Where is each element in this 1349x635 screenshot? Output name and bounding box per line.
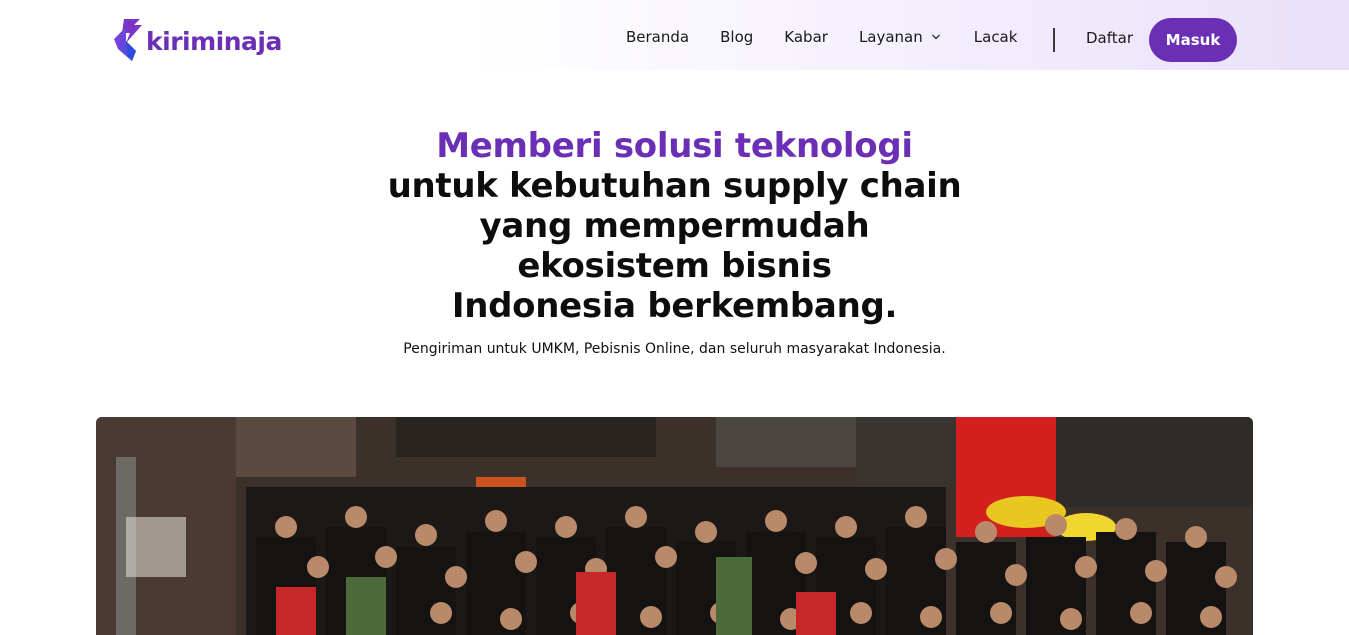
brand-logo[interactable]: kiriminaja [112, 17, 282, 63]
hero-title-line: ekosistem bisnis [517, 246, 832, 286]
brand-name: kiriminaja [146, 26, 282, 56]
team-group-photo [96, 417, 1253, 635]
hero-title-line: untuk kebutuhan supply chain [387, 166, 962, 206]
main-navigation: Beranda Blog Kabar Layanan Lacak [626, 28, 1017, 46]
nav-dropdown-layanan[interactable]: Layanan [859, 28, 941, 46]
hero-title: Memberi solusi teknologi untuk kebutuhan… [0, 126, 1349, 326]
site-header: kiriminaja Beranda Blog Kabar Layanan La… [0, 0, 1349, 80]
nav-divider [1053, 28, 1055, 52]
login-button[interactable]: Masuk [1149, 18, 1237, 62]
nav-link-kabar[interactable]: Kabar [784, 28, 828, 46]
hero-title-line: Indonesia berkembang. [451, 286, 898, 326]
hero-title-line-highlight: Memberi solusi teknologi [436, 126, 913, 166]
register-link[interactable]: Daftar [1086, 29, 1133, 47]
team-photo-illustration [96, 417, 1253, 635]
hero-section: Memberi solusi teknologi untuk kebutuhan… [0, 126, 1349, 357]
chevron-down-icon [931, 34, 940, 40]
hero-subtitle: Pengiriman untuk UMKM, Pebisnis Online, … [403, 341, 946, 357]
kiriminaja-logo-icon [114, 19, 142, 61]
hero-title-line: yang mempermudah [479, 206, 870, 246]
nav-link-blog[interactable]: Blog [720, 28, 753, 46]
nav-link-lacak[interactable]: Lacak [974, 28, 1018, 46]
nav-dropdown-label: Layanan [858, 28, 923, 46]
nav-link-beranda[interactable]: Beranda [626, 28, 689, 46]
